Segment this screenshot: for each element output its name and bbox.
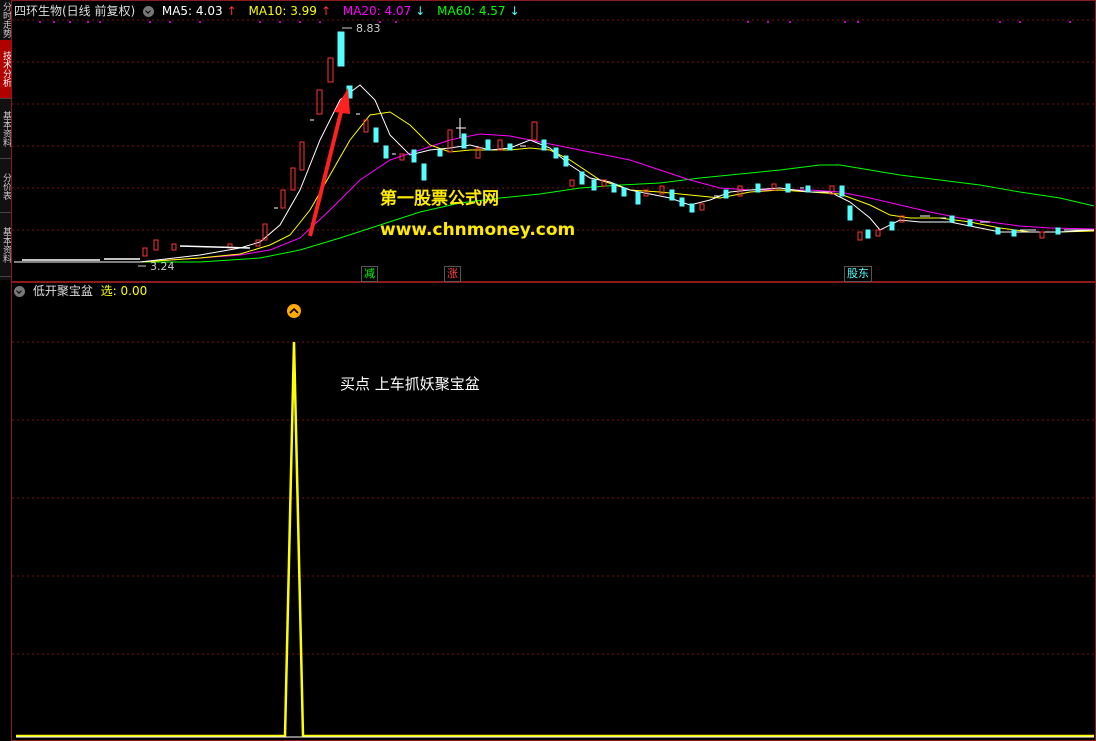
watermark-url: www.chnmoney.com <box>380 220 576 240</box>
low-price-label: 3.24 <box>150 260 175 273</box>
chart-canvas[interactable] <box>0 0 1096 741</box>
event-tag-rise[interactable]: 涨 <box>444 266 461 282</box>
buy-point-annotation: 买点 上车抓妖聚宝盆 <box>340 375 480 393</box>
watermark-cn: 第一股票公式网 <box>380 189 499 209</box>
signal-dots <box>39 21 1071 23</box>
indicator-line <box>16 341 1094 738</box>
up-arrow-circle-icon <box>287 304 301 318</box>
price-grid <box>12 19 1095 231</box>
red-arrow-icon <box>308 88 350 237</box>
indicator-grid <box>12 341 1095 655</box>
event-tag-reduce[interactable]: 减 <box>361 266 378 282</box>
event-tag-shareholder[interactable]: 股东 <box>844 266 872 282</box>
high-price-label: 8.83 <box>356 22 381 35</box>
